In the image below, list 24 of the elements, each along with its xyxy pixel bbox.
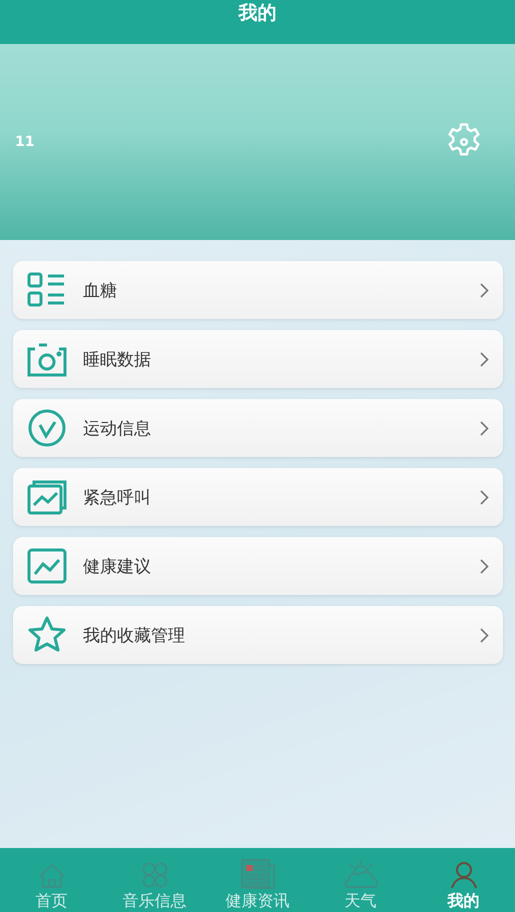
username: 11 <box>15 134 34 150</box>
clover-icon <box>140 861 168 889</box>
check-circle-icon <box>27 408 67 448</box>
chevron-right-icon <box>480 628 489 642</box>
newspaper-icon <box>240 859 274 889</box>
chevron-right-icon <box>480 420 489 436</box>
menu-item[interactable]: 睡眠数据 <box>13 330 503 388</box>
person-icon <box>450 861 478 889</box>
menu-item[interactable]: 紧急呼叫 <box>13 468 503 526</box>
chart-icon <box>27 548 67 584</box>
chart-frame-icon <box>27 479 67 515</box>
chevron-right-icon <box>480 558 489 574</box>
page-title: 我的 <box>238 1 276 26</box>
menu-item[interactable]: 健康建议 <box>13 537 503 595</box>
menu-item[interactable]: 运动信息 <box>13 399 503 457</box>
list-icon <box>27 272 67 308</box>
chevron-right-icon <box>480 352 489 366</box>
cloud-sun-icon <box>342 859 378 889</box>
menu-item[interactable]: 血糖 <box>13 261 503 319</box>
camera-icon <box>27 341 67 377</box>
chevron-right-icon <box>480 490 489 504</box>
house-icon <box>38 863 66 889</box>
chevron-right-icon <box>480 282 489 298</box>
menu-item[interactable]: 我的收藏管理 <box>13 606 503 664</box>
